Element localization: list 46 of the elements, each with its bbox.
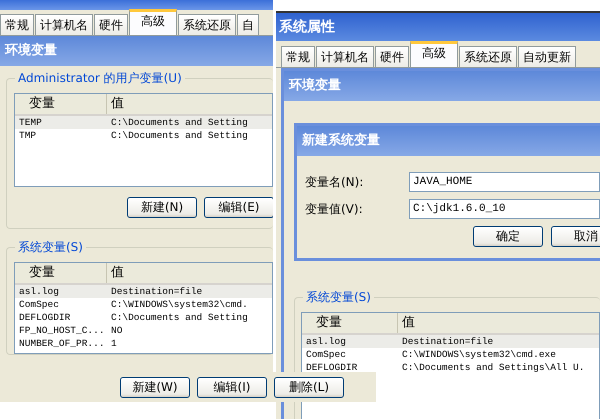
tab[interactable]: 自 xyxy=(237,14,259,35)
input-field[interactable]: C:\jdk1.6.0_10 xyxy=(409,199,600,219)
dialog-button[interactable]: 取消 xyxy=(551,226,600,247)
list-row[interactable]: TEMP C:\Documents and Setting xyxy=(15,116,272,129)
tab[interactable]: 常规 xyxy=(281,46,315,67)
list-row[interactable]: ComSpec C:\WINDOWS\system32\cmd.exe xyxy=(302,348,599,361)
tab[interactable]: 硬件 xyxy=(94,14,128,35)
dialog-button[interactable]: 确定 xyxy=(473,226,543,247)
list-row[interactable]: TMP C:\Documents and Setting xyxy=(15,129,272,142)
tab[interactable]: 系统还原 xyxy=(459,46,517,67)
dialog-button[interactable]: 编辑(I) xyxy=(197,376,267,398)
tab[interactable]: 高级 xyxy=(410,41,458,67)
dialog-button[interactable]: 编辑(E) xyxy=(204,197,273,218)
dialog-title: 新建系统变量 xyxy=(302,133,380,148)
dialog-title: 环境变量 xyxy=(5,43,57,58)
tab[interactable]: 自动更新 xyxy=(518,46,576,67)
column-header[interactable]: 值 xyxy=(107,263,124,283)
tab[interactable]: 高级 xyxy=(129,9,177,35)
dialog-button[interactable]: 新建(N) xyxy=(127,197,197,218)
field-label: 变量名(N): xyxy=(305,174,364,190)
column-header[interactable]: 变量 xyxy=(15,94,107,114)
column-header[interactable]: 变量 xyxy=(15,263,107,283)
tab[interactable]: 系统还原 xyxy=(178,14,236,35)
list-row[interactable]: asl.log Destination=file xyxy=(302,335,599,348)
dialog-button[interactable]: 新建(W) xyxy=(120,376,190,398)
group-title: 系统变量(S) xyxy=(303,289,374,306)
list-row[interactable]: DEFLOGDIR C:\Documents and Settings\All U. xyxy=(302,361,599,374)
group-title: 系统变量(S) xyxy=(15,239,86,256)
group-title: Administrator 的用户变量(U) xyxy=(15,70,185,87)
window-title: 系统属性 xyxy=(279,19,335,35)
field-label: 变量值(V): xyxy=(305,200,364,218)
tab[interactable]: 计算机名 xyxy=(316,46,374,67)
dialog-button[interactable]: 删除(L) xyxy=(274,376,344,398)
list-row[interactable]: ComSpec C:\WINDOWS\system32\cmd. xyxy=(15,298,272,311)
tab[interactable]: 计算机名 xyxy=(35,14,93,35)
tab[interactable]: 常规 xyxy=(0,14,34,35)
column-header[interactable]: 值 xyxy=(398,313,415,333)
list-row[interactable]: asl.log Destination=file xyxy=(15,285,272,298)
column-header[interactable]: 值 xyxy=(107,94,124,114)
input-field[interactable]: JAVA_HOME xyxy=(409,172,600,192)
list-row[interactable]: NUMBER_OF_PR... 1 xyxy=(15,337,272,350)
list-row[interactable]: DEFLOGDIR C:\Documents and Setting xyxy=(15,311,272,324)
list-row[interactable]: FP_NO_HOST_C... NO xyxy=(15,324,272,337)
dialog-title: 环境变量 xyxy=(289,78,341,93)
tab[interactable]: 硬件 xyxy=(375,46,409,67)
column-header[interactable]: 变量 xyxy=(302,313,398,333)
